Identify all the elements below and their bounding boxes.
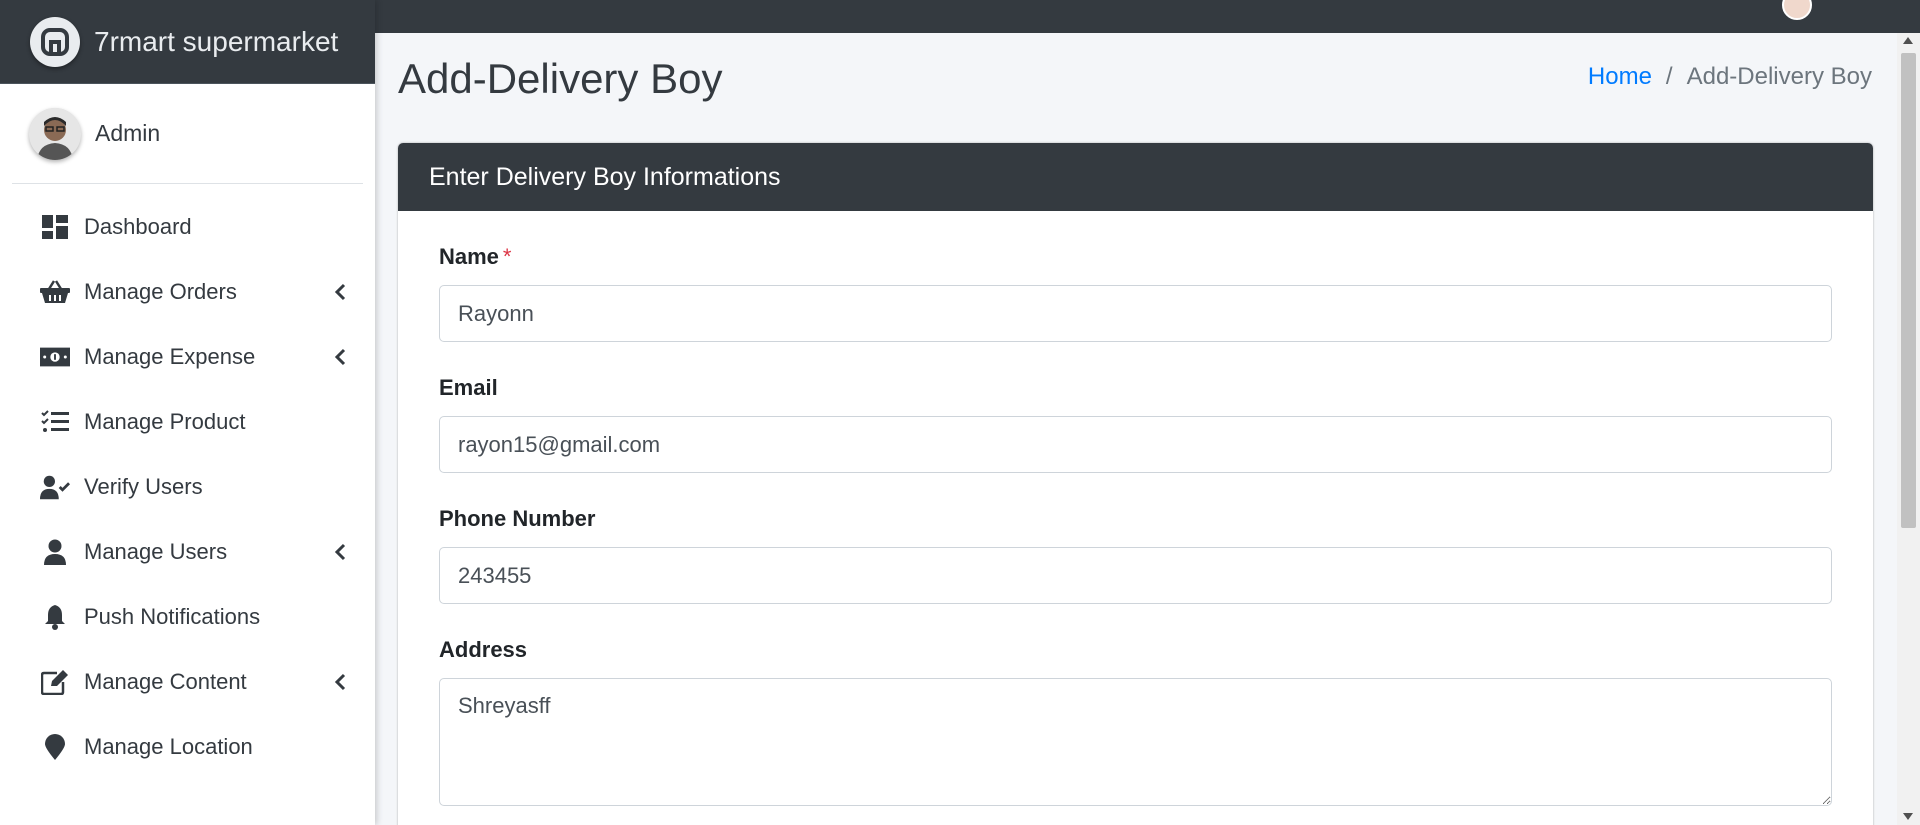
chevron-left-icon [333, 282, 347, 302]
name-input[interactable] [439, 285, 1832, 342]
money-bill-icon [40, 342, 70, 372]
name-label: Name * [439, 244, 1832, 270]
breadcrumb-current: Add-Delivery Boy [1686, 63, 1872, 90]
card-body: Name* Email Phone Number Address Shreyas… [398, 244, 1873, 806]
address-label: Address [439, 637, 528, 662]
edit-icon [40, 667, 70, 697]
tasks-list-icon [40, 407, 70, 437]
sidebar-item-label: Push Notifications [84, 603, 261, 629]
user-check-icon [40, 472, 70, 502]
required-mark: * [502, 244, 512, 269]
email-input[interactable] [439, 416, 1832, 473]
chevron-left-icon [333, 542, 347, 562]
sidebar-item-verify-users[interactable]: Verify Users [0, 454, 375, 519]
name-label-text: Name [439, 244, 499, 269]
bell-icon [40, 602, 70, 632]
content-wrapper: Add-Delivery Boy Home / Add-Delivery Boy… [375, 33, 1897, 825]
sidebar-item-label: Manage Location [84, 733, 253, 759]
card-title: Enter Delivery Boy Informations [429, 162, 781, 191]
top-navbar [375, 0, 1920, 33]
map-marker-icon [40, 732, 70, 762]
address-form-group: Address Shreyasff [439, 637, 1832, 806]
page-title: Add-Delivery Boy [398, 55, 723, 102]
phone-input[interactable] [439, 547, 1832, 604]
name-form-group: Name * [439, 244, 1832, 342]
brand-name: 7rmart supermarket [94, 25, 339, 57]
sidebar-item-manage-location[interactable]: Manage Location [0, 714, 375, 779]
sidebar-item-label: Dashboard [84, 213, 192, 239]
breadcrumb: Home / Add-Delivery Boy [1588, 63, 1872, 91]
main-sidebar: 7rmart supermarket Admin Dashboard Manag… [0, 0, 375, 825]
sidebar-nav: Dashboard Manage Orders Manage Expense M… [0, 184, 375, 779]
sidebar-item-label: Manage Orders [84, 278, 237, 304]
user-panel[interactable]: Admin [12, 84, 363, 184]
scroll-up-arrow-icon[interactable] [1903, 37, 1913, 44]
scroll-down-arrow-icon[interactable] [1903, 813, 1913, 820]
phone-form-group: Phone Number [439, 506, 1832, 604]
sidebar-item-label: Manage Product [84, 408, 246, 434]
delivery-boy-form-card: Enter Delivery Boy Informations Name* Em… [398, 143, 1873, 825]
brand-link[interactable]: 7rmart supermarket [0, 0, 375, 84]
sidebar-item-dashboard[interactable]: Dashboard [0, 194, 375, 259]
sidebar-item-label: Verify Users [84, 473, 203, 499]
sidebar-item-label: Manage Expense [84, 343, 256, 369]
basket-icon [40, 277, 70, 307]
sidebar-item-manage-content[interactable]: Manage Content [0, 649, 375, 714]
sidebar-item-label: Manage Users [84, 538, 228, 564]
user-avatar[interactable] [29, 107, 81, 160]
page-scrollbar[interactable] [1897, 33, 1920, 825]
breadcrumb-home-link[interactable]: Home [1588, 63, 1652, 91]
user-icon [40, 537, 70, 567]
sidebar-item-push-notifications[interactable]: Push Notifications [0, 584, 375, 649]
breadcrumb-separator: / [1665, 63, 1673, 90]
email-label: Email [439, 375, 498, 400]
brand-logo-icon [30, 16, 80, 67]
address-textarea[interactable]: Shreyasff [439, 678, 1832, 806]
dashboard-icon [40, 212, 70, 242]
phone-label: Phone Number [439, 506, 596, 531]
email-form-group: Email [439, 375, 1832, 473]
sidebar-item-label: Manage Content [84, 668, 247, 694]
chevron-left-icon [333, 672, 347, 692]
sidebar-item-manage-product[interactable]: Manage Product [0, 389, 375, 454]
sidebar-item-manage-users[interactable]: Manage Users [0, 519, 375, 584]
sidebar-item-manage-orders[interactable]: Manage Orders [0, 259, 375, 324]
user-name[interactable]: Admin [95, 120, 160, 147]
sidebar-item-manage-expense[interactable]: Manage Expense [0, 324, 375, 389]
card-header: Enter Delivery Boy Informations [398, 143, 1873, 211]
scrollbar-thumb[interactable] [1901, 53, 1916, 528]
navbar-user-avatar[interactable] [1782, 0, 1812, 20]
chevron-left-icon [333, 347, 347, 367]
